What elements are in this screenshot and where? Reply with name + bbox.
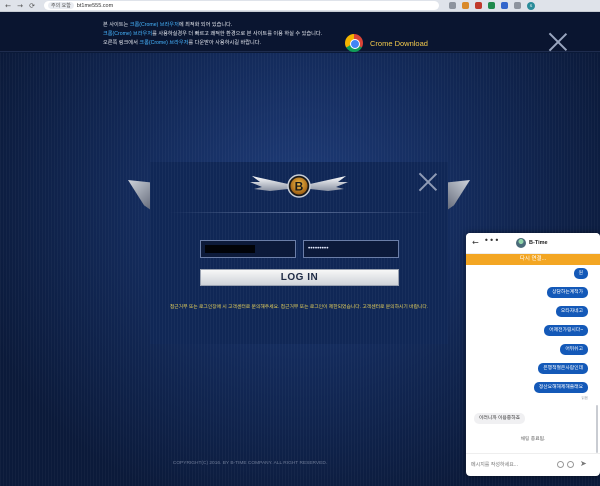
notice-line1: 본 사이트는 xyxy=(103,22,130,28)
url-text: bt1me555.com xyxy=(76,2,114,9)
divider xyxy=(168,212,430,213)
chat-message-out: 정산요해해제해줄래요 xyxy=(533,382,588,393)
chat-messages: 원 상담하는계적가 오타자네고 어제전가링시다~ 어뒤쉬고 은행적절은사람인데 … xyxy=(466,265,600,453)
copyright-label: COPYRIGHT(C) 2016. BY B-TIME COMPANY. AL… xyxy=(172,461,328,466)
bookmark-icon[interactable] xyxy=(449,2,456,9)
extension-icon[interactable] xyxy=(488,2,495,9)
username-input[interactable] xyxy=(200,240,296,258)
chat-message-out: 원 xyxy=(573,268,588,279)
chat-header: ← ••• B-Time xyxy=(466,233,600,254)
chat-name: B-Time xyxy=(529,240,548,246)
back-arrow-icon[interactable]: ← xyxy=(472,238,479,247)
security-warning-chip[interactable]: 주의 요함 xyxy=(48,2,74,9)
extension-icon[interactable] xyxy=(475,2,482,9)
notice-line2: 를 사용하실경우 더 빠르고 쾌적한 환경으로 본 사이트를 이용 하실 수 있… xyxy=(152,31,323,37)
login-button[interactable]: LOG IN xyxy=(200,269,399,286)
extension-icon[interactable] xyxy=(501,2,508,9)
chat-message-out: 오타자네고 xyxy=(555,306,588,317)
emoji-icon[interactable] xyxy=(557,461,564,468)
notice-line3: 오른쪽 링크에서 xyxy=(103,40,140,46)
reload-icon[interactable]: ⟳ xyxy=(28,2,36,10)
logo-letter: B xyxy=(295,180,304,194)
more-icon[interactable]: ••• xyxy=(484,236,500,245)
redaction-mask xyxy=(205,245,255,253)
chrome-notice-banner: 본 사이트는 크롬(Crome) 브라우저에 최적화 되어 있습니다. 크롬(C… xyxy=(0,12,600,52)
reconnect-banner[interactable]: 다시 연결... xyxy=(466,254,600,265)
send-icon[interactable]: ➤ xyxy=(580,459,587,468)
chrome-logo-icon[interactable] xyxy=(345,34,363,52)
notice-highlight: 크롬(Crome) 브라우저 xyxy=(129,22,179,28)
forward-icon[interactable]: → xyxy=(16,2,24,10)
notice-highlight: 크롬(Crome) 브라우저 xyxy=(139,40,189,46)
chat-message-input[interactable] xyxy=(471,458,555,472)
notice-text: 본 사이트는 크롬(Crome) 브라우저에 최적화 되어 있습니다. 크롬(C… xyxy=(103,21,322,48)
login-help-text: 접근거부 또는 로그인장애 시 고객센터로 문의해주세요. 접근거부 또는 로그… xyxy=(169,305,429,310)
extension-icon[interactable] xyxy=(462,2,469,9)
back-icon[interactable]: ← xyxy=(4,2,12,10)
profile-avatar[interactable]: S xyxy=(527,1,535,10)
chat-message-out: 어제전가링시다~ xyxy=(544,325,588,336)
chat-widget: ← ••• B-Time 다시 연결... 원 상담하는계적가 오타자네고 어제… xyxy=(466,233,600,476)
notice-line1-end: 에 최적화 되어 있습니다. xyxy=(178,22,233,28)
chat-message-out: 상담하는계적가 xyxy=(547,287,588,298)
notice-line3-end: 를 다운받아 사용하시길 바랍니다. xyxy=(188,40,261,46)
extension-icons: S xyxy=(449,1,535,10)
chat-scrollbar[interactable] xyxy=(596,405,598,453)
chat-message-in: 이러니까 이용중하죠 xyxy=(474,413,526,424)
message-read-status: 읽음 xyxy=(581,396,588,400)
attachment-icon[interactable] xyxy=(567,461,574,468)
password-input[interactable]: ••••••••• xyxy=(303,240,399,258)
chat-message-out: 어뒤쉬고 xyxy=(560,344,588,355)
puzzle-icon[interactable] xyxy=(514,2,521,9)
notice-highlight: 크롬(Crome) 브라우저 xyxy=(103,31,153,37)
close-icon[interactable] xyxy=(418,172,438,192)
chrome-download-link[interactable]: Crome Download xyxy=(370,39,428,48)
chat-ended-label: 채팅 종료됨. xyxy=(520,437,546,442)
login-modal: B ••••••••• LOG IN 접근거부 또는 로그인장애 시 고객센터로… xyxy=(150,162,448,344)
address-bar[interactable]: 주의 요함 bt1me555.com xyxy=(44,1,439,10)
b-time-logo: B xyxy=(250,174,348,198)
browser-toolbar: ← → ⟳ 주의 요함 bt1me555.com S xyxy=(0,0,600,12)
chat-input-bar: ➤ xyxy=(466,453,600,476)
chat-message-out: 은행적절은사람인데 xyxy=(538,363,588,374)
chat-avatar xyxy=(516,238,526,248)
close-icon[interactable] xyxy=(548,32,568,52)
